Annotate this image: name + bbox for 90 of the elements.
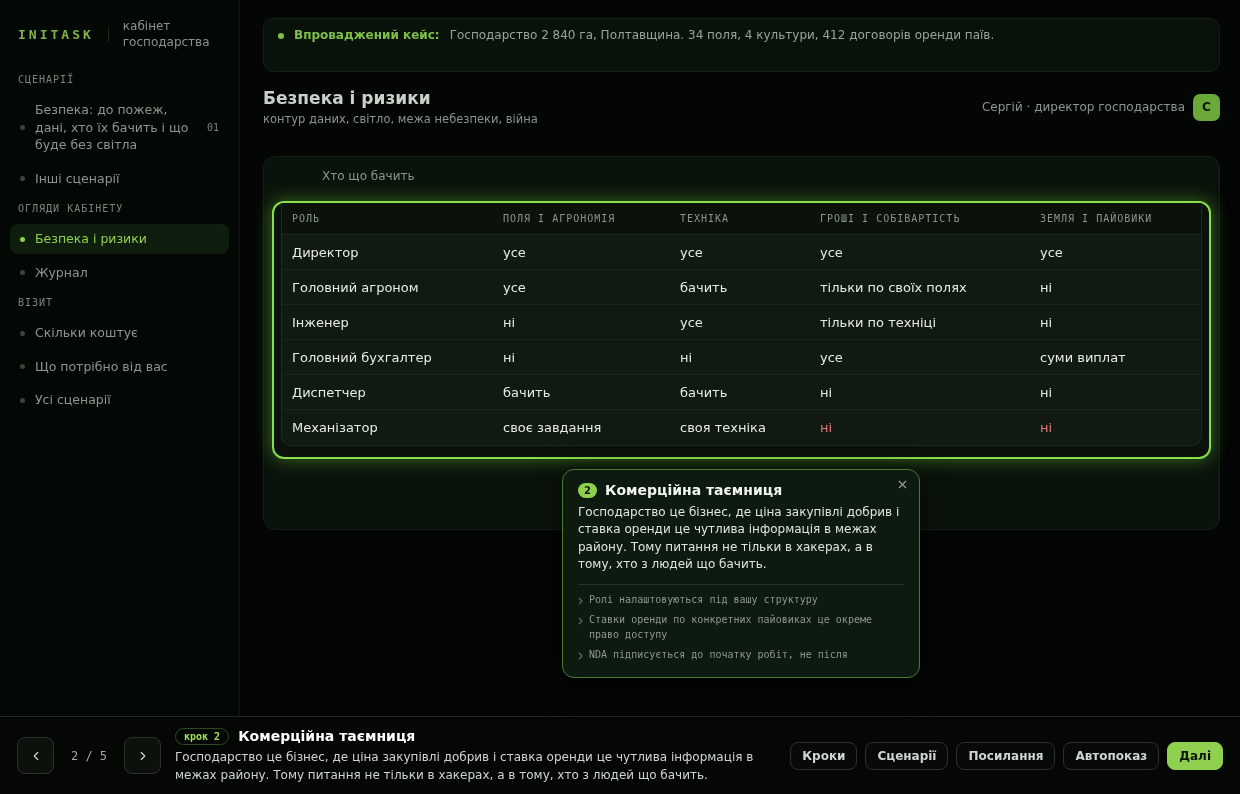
bullet-icon (20, 270, 25, 276)
table-cell: ні (1030, 375, 1201, 410)
sidebar-item-label: Що потрібно від вас (35, 357, 169, 376)
step-title: Комерційна таємниця (238, 728, 416, 744)
logo-subtitle: кабінет господарства (122, 18, 211, 51)
bullet-icon (20, 330, 25, 336)
sidebar-item-label: Скільки коштує (35, 324, 139, 342)
table-cell: усе (493, 235, 670, 270)
sidebar-item-label: Інші сценарії (35, 169, 121, 188)
step-description: Господарство це бізнес, де ціна закупівлі добрив і ставка оренди це чутлива інформація в межах району. Тому питання не тільки в хакерах, а в тому, хто з людей що бачить. (175, 748, 755, 784)
footer-button[interactable]: Далі (1167, 741, 1223, 770)
table-cell: ні (1030, 305, 1201, 340)
sidebar-item[interactable]: Безпека: до пожеж, дані, хто їх бачить і що буде без світла 01 (10, 95, 229, 160)
footer-button[interactable]: Посилання (956, 741, 1056, 770)
table-cell-text: ні (1039, 419, 1054, 437)
popover-point: Ставки оренди по конкретних пайовиках це окреме право доступу (589, 613, 873, 642)
column-header: ЗЕМЛЯ І ПАЙОВИКИ (1030, 203, 1201, 235)
table-cell: Головний агроном (282, 270, 493, 305)
item-count: 01 (206, 120, 219, 135)
table-cell: усе (493, 270, 670, 305)
banner-label: Впроваджений кейс: (294, 28, 440, 42)
chevron-icon (578, 652, 584, 661)
banner-text: Господарство 2 840 га, Полтавщина. 34 поля, 4 культури, 412 договорів оренди паїв. (449, 28, 995, 42)
table-cell-text: своя техніка (679, 419, 767, 437)
column-header: ТЕХНІКА (670, 203, 810, 235)
table-cell: Головний бухгалтер (282, 340, 493, 375)
chevron-icon (578, 596, 584, 605)
chevron-icon (578, 617, 584, 626)
table-cell: ні (493, 305, 670, 340)
section-title: ВІЗИТ (18, 297, 55, 309)
previous-button[interactable] (17, 737, 54, 774)
popover-point: Ролі налаштовуються під вашу структуру (589, 592, 818, 607)
page-title: Безпека і ризики (263, 88, 432, 108)
section-title: ОГЛЯДИ КАБІНЕТУ (18, 203, 125, 215)
table-cell: усе (670, 305, 810, 340)
sidebar-item[interactable]: Інші сценарії (10, 163, 229, 194)
footer-button[interactable]: Автопоказ (1063, 741, 1160, 770)
sidebar-item[interactable]: Безпека і ризики (10, 224, 229, 254)
table-cell: усе (1030, 235, 1201, 270)
sidebar-item-label: Журнал (35, 263, 89, 282)
table-cell: усе (810, 340, 1030, 375)
footer-button[interactable]: Сценарії (865, 741, 949, 770)
bullet-icon (20, 236, 25, 242)
close-icon (896, 478, 909, 491)
popover-point: NDA підписується до початку робіт, не після (589, 648, 848, 663)
table-cell: бачить (670, 375, 810, 410)
avatar[interactable]: С (1193, 93, 1220, 121)
table-cell: тільки по техніці (810, 305, 1030, 340)
table-cell-text: ні (819, 419, 834, 437)
table-cell: Інженер (282, 305, 493, 340)
popover-text: Господарство це бізнес, де ціна закупівлі добрив і ставка оренди це чутлива інформація в межах району. Тому питання не тільки в хакерах, а в тому, хто з людей що бачить. (578, 504, 904, 585)
table-cell: тільки по своїх полях (810, 270, 1030, 305)
bullet-icon (20, 397, 25, 403)
sidebar-item[interactable]: Усі сценарії (10, 385, 229, 415)
step-number: 2 (578, 482, 597, 498)
table-cell: усе (810, 235, 1030, 270)
table-cell: суми виплат (1030, 340, 1201, 375)
step-counter: 2 / 5 (69, 748, 109, 763)
table-cell: ні (493, 340, 670, 375)
footer-button[interactable]: Кроки (790, 741, 858, 770)
table-cell-text: Механізатор (291, 419, 379, 437)
logo: INITASK (18, 26, 109, 42)
table-cell: Диспетчер (282, 375, 493, 410)
bullet-icon (20, 176, 25, 182)
table-cell: ні (670, 340, 810, 375)
sidebar-item[interactable]: Що потрібно від вас (10, 351, 229, 382)
sidebar-item-label: Безпека: до пожеж, дані, хто їх бачить і що буде без світла (35, 101, 190, 154)
table-cell: бачить (493, 375, 670, 410)
column-header: РОЛЬ (282, 203, 493, 235)
bullet-icon (20, 125, 25, 131)
page-subtitle: контур даних, світло, межа небезпеки, війна (263, 112, 538, 126)
card-title: Хто що бачить (321, 168, 416, 185)
table-cell: усе (670, 235, 810, 270)
table-cell-text: своє завдання (502, 419, 603, 437)
column-header: ГРОШІ І СОБІВАРТІСТЬ (810, 203, 1030, 235)
column-header: ПОЛЯ І АГРОНОМІЯ (493, 203, 670, 235)
table-cell: ні (1030, 270, 1201, 305)
bullet-icon (20, 364, 25, 370)
table-cell: Директор (282, 235, 493, 270)
sidebar-item[interactable]: Журнал (10, 257, 229, 288)
section-title: СЦЕНАРІЇ (18, 74, 76, 86)
user-name: Сергій · директор господарства (981, 100, 1185, 114)
table-cell: ні (810, 375, 1030, 410)
sidebar-item-label: Безпека і ризики (35, 230, 148, 248)
popover-title: Комерційна таємниця (605, 482, 783, 498)
table-cell: бачить (670, 270, 810, 305)
status-dot-icon (278, 33, 284, 39)
sidebar-item[interactable]: Скільки коштує (10, 318, 229, 348)
next-button[interactable] (124, 737, 161, 774)
sidebar-item-label: Усі сценарії (35, 391, 112, 409)
